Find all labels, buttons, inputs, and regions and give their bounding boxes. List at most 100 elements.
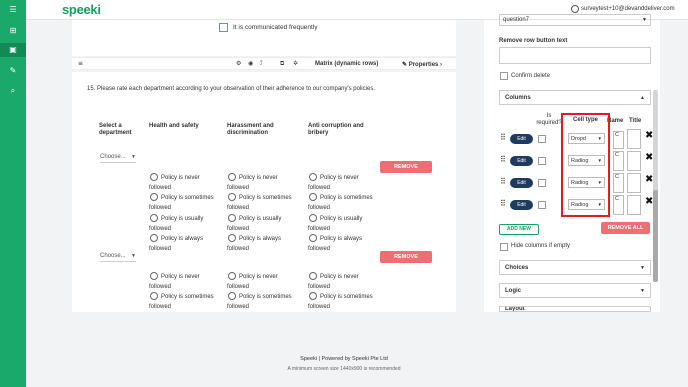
header-is-required: Is required? <box>536 113 562 126</box>
column-name-value: C <box>615 196 619 202</box>
footer-separator: | <box>318 356 320 362</box>
chevron-down-icon: ▼ <box>131 154 136 160</box>
option-label: Policy is never followed <box>149 175 200 191</box>
panel-scrollbar-thumb[interactable] <box>653 190 658 282</box>
column-title-input[interactable] <box>627 173 641 193</box>
footer-brand: Speeki <box>300 356 317 362</box>
left-nav: ☰ ⊞ ▣ ✎ ⌕ <box>0 0 26 387</box>
drag-handle-icon[interactable]: ⠿ <box>500 155 506 164</box>
required-icon[interactable]: ℐ <box>260 60 263 67</box>
column-title-input[interactable] <box>627 195 641 215</box>
logo[interactable]: speeki <box>62 2 101 17</box>
survey-icon[interactable]: ▣ <box>8 45 18 55</box>
option-label: Policy is sometimes followed <box>149 294 214 310</box>
option-label: Policy is sometimes followed <box>149 195 214 211</box>
user-icon[interactable] <box>571 5 579 13</box>
hide-columns-checkbox[interactable] <box>500 243 508 251</box>
edit-column-button[interactable]: Edit <box>510 200 533 210</box>
settings-icon[interactable]: ⚙ <box>236 60 241 67</box>
column-name-value: C <box>615 132 619 138</box>
option-checkbox[interactable] <box>219 23 228 32</box>
option-label: Policy is sometimes followed <box>308 195 373 211</box>
matrix-question-card: 15. Please rate each department accordin… <box>72 72 456 312</box>
department-dropdown[interactable]: Choose... ▼ <box>100 253 136 262</box>
column-title-input[interactable] <box>627 151 641 171</box>
column-header-department: Select a department <box>99 123 132 136</box>
option-label: Policy is never followed <box>308 175 359 191</box>
column-name-value: C <box>615 152 619 158</box>
hide-columns-label: Hide columns if empty <box>511 243 571 249</box>
columns-section[interactable]: Columns ▲ <box>499 90 651 105</box>
delete-icon[interactable]: ✲ <box>293 60 298 67</box>
column-header-health: Health and safety <box>149 123 199 129</box>
copy-icon[interactable]: ⧉ <box>280 60 284 68</box>
properties-button[interactable]: ✎ Properties › <box>402 61 442 68</box>
drag-handle-icon[interactable]: ⠿ <box>500 177 506 186</box>
visibility-icon[interactable]: ◉ <box>248 60 253 67</box>
chevron-down-icon: ▼ <box>131 253 136 259</box>
required-checkbox[interactable] <box>538 179 546 187</box>
chevron-down-icon: ▼ <box>640 265 645 271</box>
edit-column-button[interactable]: Edit <box>510 156 533 166</box>
chevron-down-icon: ▼ <box>642 17 647 23</box>
drag-handle-icon[interactable]: ⠿ <box>500 199 506 208</box>
option-label: Policy is always followed <box>227 236 282 252</box>
search-icon[interactable]: ⌕ <box>8 86 18 96</box>
option-label: Policy is always followed <box>308 236 363 252</box>
drag-handle-icon[interactable]: ⠿ <box>500 133 506 142</box>
grid-icon[interactable]: ⊞ <box>8 26 18 36</box>
column-name-input[interactable]: C <box>613 131 624 149</box>
chevron-down-icon: ▼ <box>640 288 645 294</box>
remove-row-button[interactable]: REMOVE <box>380 251 432 263</box>
footer-powered: Powered by Speeki Pte Ltd <box>321 356 388 362</box>
edit-column-button[interactable]: Edit <box>510 134 533 144</box>
drag-handle-icon[interactable]: ≡ <box>78 60 83 67</box>
properties-label: Properties <box>408 62 439 68</box>
option-label: Policy is usually followed <box>227 216 282 232</box>
remove-all-columns-button[interactable]: REMOVE ALL <box>601 222 650 234</box>
dropdown-placeholder: Choose... <box>100 253 126 259</box>
question-type-label[interactable]: Matrix (dynamic rows) <box>315 61 378 67</box>
add-new-column-button[interactable]: ADD NEW <box>499 224 539 235</box>
column-name-input[interactable]: C <box>613 195 624 215</box>
question-toolbar: ≡ ⚙ ◉ ℐ ⧉ ✲ Matrix (dynamic rows) ✎ Prop… <box>72 57 456 70</box>
choices-section-title: Choices <box>505 265 529 271</box>
survey-canvas: It is communicated frequently ≡ ⚙ ◉ ℐ ⧉ … <box>72 20 456 312</box>
layout-section[interactable]: Layout <box>499 306 651 312</box>
remove-row-text-input[interactable] <box>499 47 651 64</box>
user-email[interactable]: surveytest+10@devanddeliver.com <box>581 6 675 12</box>
column-title-input[interactable] <box>627 129 641 149</box>
logic-section[interactable]: Logic ▼ <box>499 283 651 298</box>
header-title: Title <box>629 118 642 124</box>
required-checkbox[interactable] <box>538 201 546 209</box>
question-title: 15. Please rate each department accordin… <box>87 86 375 92</box>
required-checkbox[interactable] <box>538 135 546 143</box>
logic-section-title: Logic <box>505 288 521 294</box>
option-label: Policy is usually followed <box>149 216 204 232</box>
option-label: Policy is sometimes followed <box>227 195 292 211</box>
columns-section-title: Columns <box>505 95 531 101</box>
question-select-value: question7 <box>503 17 530 23</box>
remove-row-label: Remove row button text <box>499 38 568 44</box>
edit-icon[interactable]: ✎ <box>8 66 18 76</box>
edit-column-button[interactable]: Edit <box>510 178 533 188</box>
column-name-input[interactable]: C <box>613 151 624 171</box>
chevron-up-icon: ▲ <box>640 95 645 101</box>
question-select[interactable]: question7 ▼ <box>499 14 651 26</box>
option-label: Policy is sometimes followed <box>227 294 292 310</box>
option-label: Policy is never followed <box>227 175 278 191</box>
menu-icon[interactable]: ☰ <box>8 5 18 15</box>
column-header-harassment: Harassment and discrimination <box>227 123 274 136</box>
confirm-delete-checkbox[interactable] <box>500 72 508 80</box>
remove-row-button[interactable]: REMOVE <box>380 161 432 173</box>
department-dropdown[interactable]: Choose... ▼ <box>100 154 136 163</box>
required-checkbox[interactable] <box>538 157 546 165</box>
option-label: Policy is sometimes followed <box>308 294 373 310</box>
footer-credit: Speeki | Powered by Speeki Pte Ltd <box>0 356 688 362</box>
layout-section-title: Layout <box>505 306 525 312</box>
option-label: Policy is always followed <box>149 236 204 252</box>
choices-section[interactable]: Choices ▼ <box>499 260 651 275</box>
confirm-delete-label: Confirm delete <box>511 73 551 79</box>
column-header-corruption: Anti corruption and bribery <box>308 123 364 136</box>
column-name-input[interactable]: C <box>613 173 624 193</box>
